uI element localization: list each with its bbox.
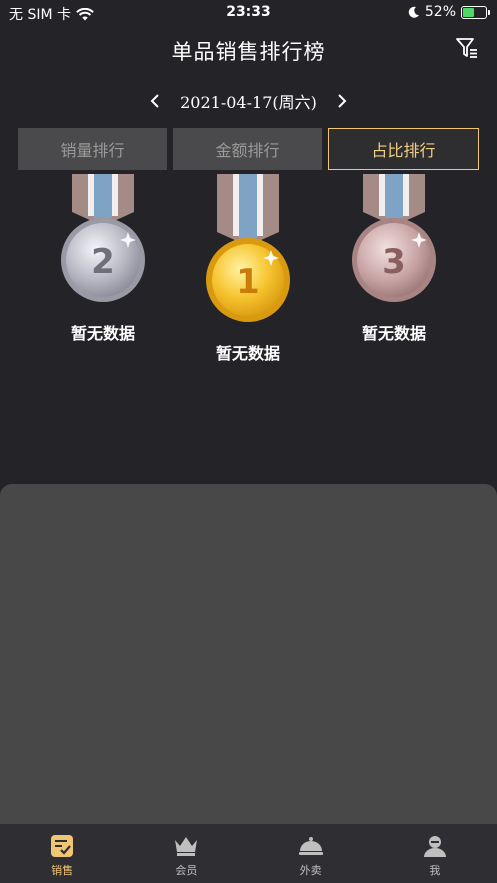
medal-second-rank: 2: [91, 242, 115, 282]
tab-share[interactable]: 占比排行: [328, 128, 479, 170]
chevron-right-icon: [338, 94, 347, 108]
silver-medal-icon: 2: [61, 174, 145, 302]
medal-first: 1: [203, 174, 293, 324]
podium: 2 暂无数据 1 暂无数据 3 暂无数据: [0, 174, 497, 374]
medal-third-label: 暂无数据: [361, 324, 426, 343]
tabbar-item-takeout[interactable]: 外卖: [249, 824, 373, 883]
tabbar-item-sales[interactable]: 销售: [0, 824, 124, 883]
cloche-icon: [298, 837, 323, 855]
tab-sales-volume[interactable]: 销量排行: [18, 128, 167, 170]
tab-sales-amount[interactable]: 金额排行: [173, 128, 322, 170]
current-date: 2021-04-17(周六): [180, 93, 317, 112]
gold-medal-icon: 1: [206, 174, 290, 322]
tabbar-item-members[interactable]: 会员: [124, 824, 248, 883]
medal-first-label: 暂无数据: [215, 344, 280, 363]
battery-level: [463, 7, 475, 17]
date-navigator: 2021-04-17(周六): [0, 88, 497, 114]
medal-second: 2: [58, 174, 148, 304]
medal-third-rank: 3: [382, 242, 406, 282]
medal-first-rank: 1: [236, 262, 260, 302]
medal-third: 3: [349, 174, 439, 304]
next-date-button[interactable]: [329, 88, 355, 114]
battery-icon: [461, 5, 490, 19]
tabbar-label-me: 我: [429, 864, 441, 877]
prev-date-button[interactable]: [142, 88, 168, 114]
tabbar-label-takeout: 外卖: [299, 864, 322, 877]
tabbar-item-me[interactable]: 我: [373, 824, 497, 883]
tabbar-label-members: 会员: [175, 864, 198, 877]
status-bar: 无 SIM 卡 23:33 52%: [0, 0, 497, 26]
ranking-tabs: 销量排行 金额排行 占比排行: [18, 128, 479, 170]
filter-icon: [456, 38, 477, 58]
status-right: 52%: [408, 4, 490, 20]
sales-icon: [51, 835, 74, 857]
medal-second-label: 暂无数据: [70, 324, 135, 343]
crown-icon: [175, 837, 198, 856]
ranking-chart-panel: [0, 484, 497, 824]
bronze-medal-icon: 3: [352, 174, 436, 302]
bottom-tabbar: 销售 会员 外卖 我: [0, 824, 497, 883]
moon-icon: [408, 6, 419, 18]
page-title: 单品销售排行榜: [171, 40, 326, 64]
tabbar-label-sales: 销售: [51, 864, 74, 877]
chevron-left-icon: [150, 94, 159, 108]
filter-button[interactable]: [455, 36, 479, 60]
battery-percent: 52%: [424, 4, 456, 20]
user-icon: [423, 836, 446, 857]
